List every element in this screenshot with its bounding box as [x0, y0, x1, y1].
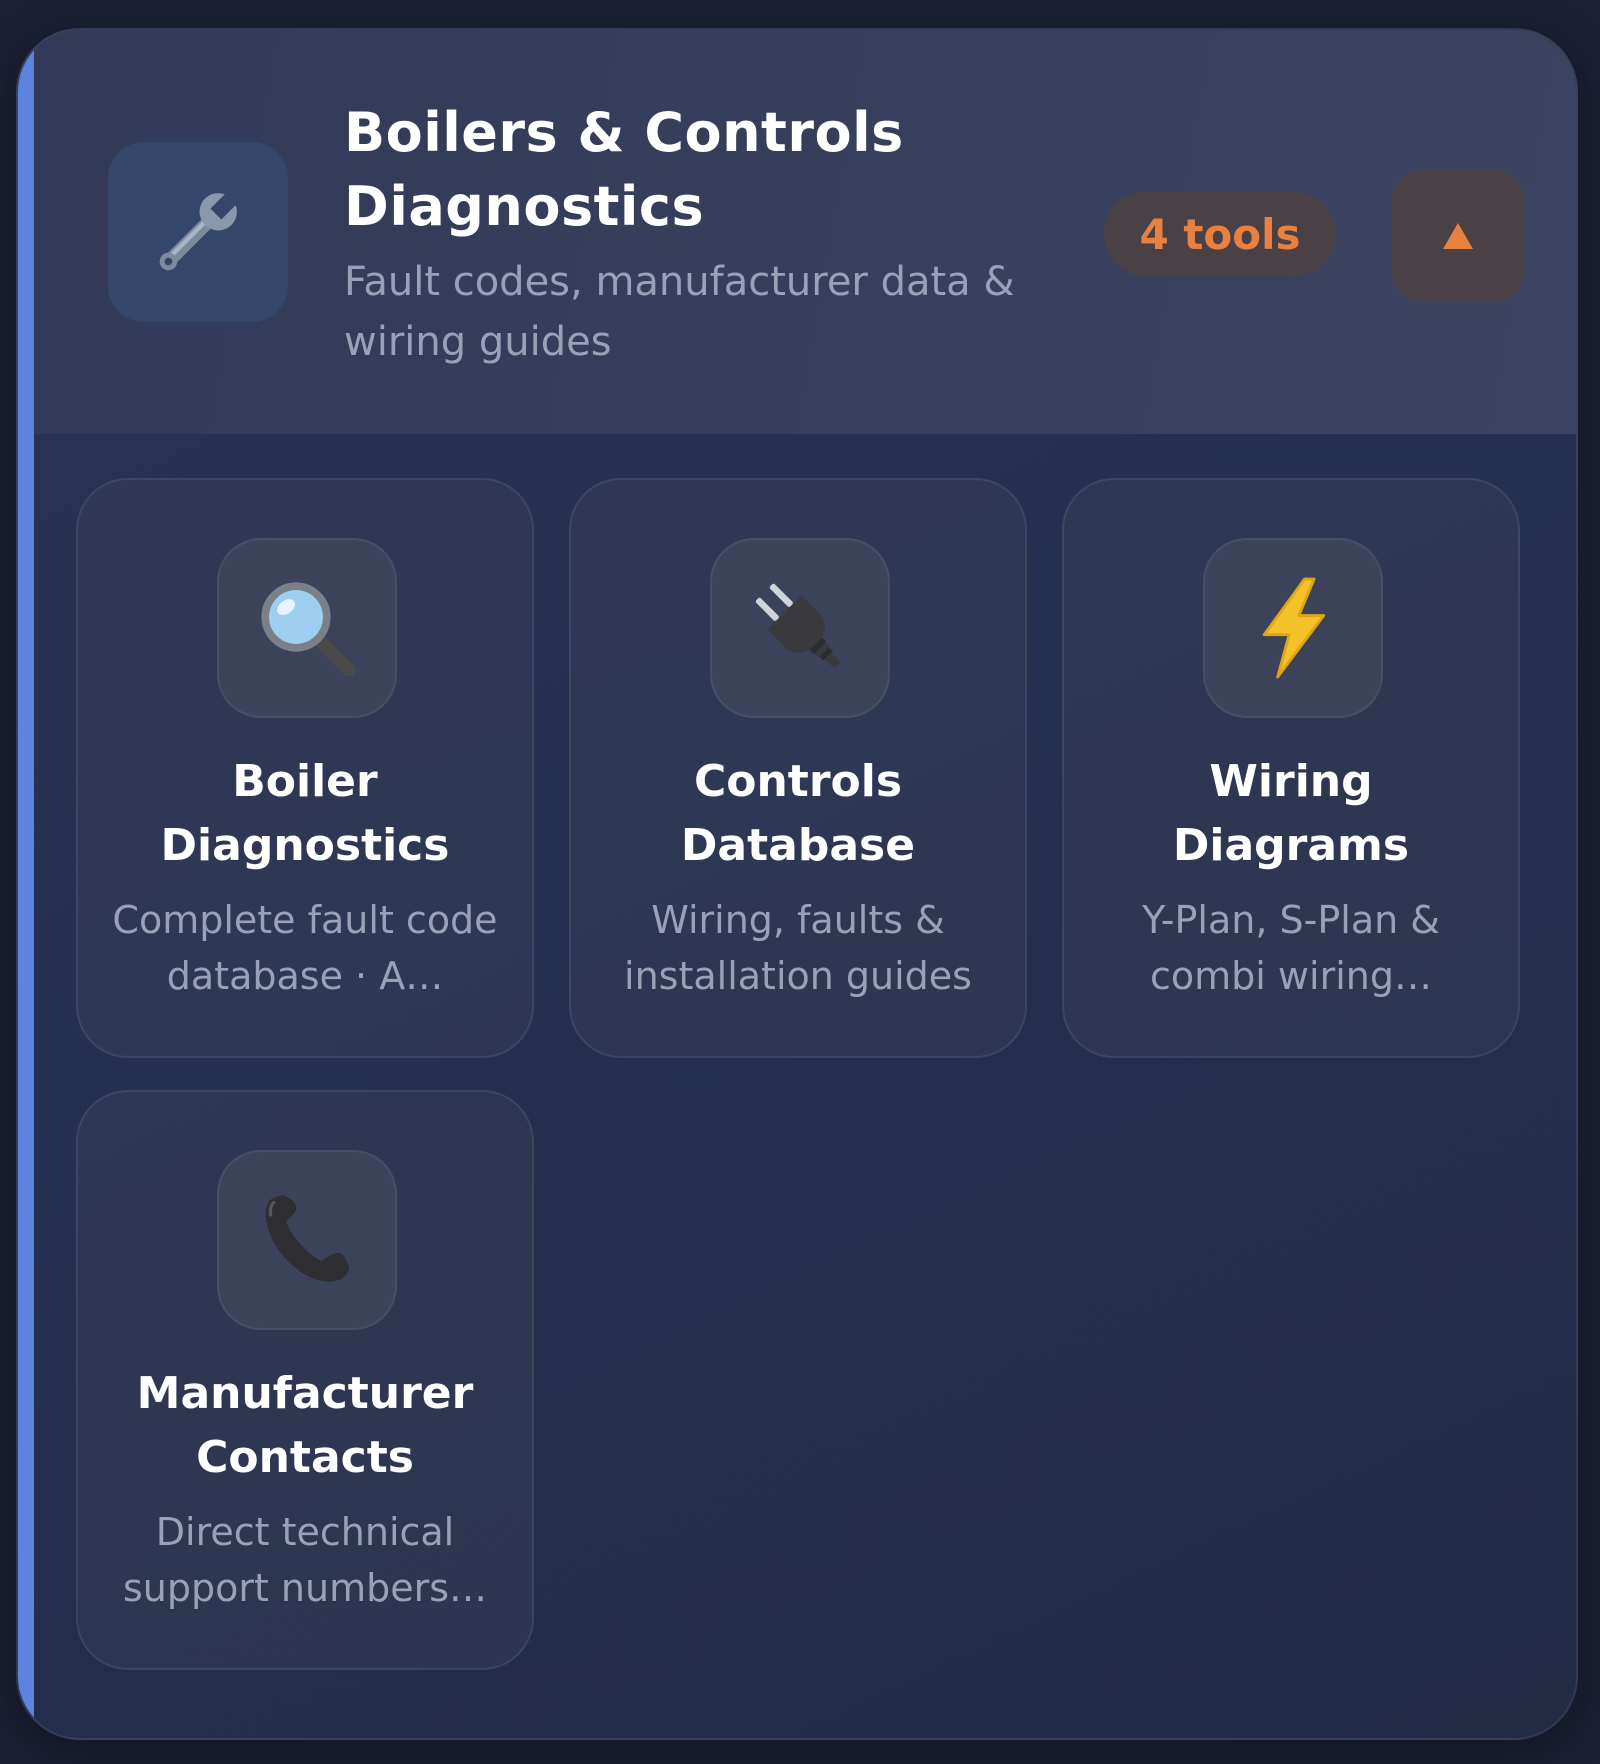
tool-title: Wiring Diagrams: [1172, 756, 1410, 871]
lightning-bolt-icon: [1262, 577, 1326, 679]
tool-card-controls-database[interactable]: Controls Database Wiring, faults & insta…: [569, 478, 1027, 1058]
tool-icon-box: [1203, 538, 1383, 718]
tool-description: Complete fault code database · A…: [112, 898, 498, 998]
wrench-icon: [159, 189, 241, 271]
collapse-arrow-up-icon: [1443, 223, 1473, 249]
tool-icon-box: [217, 538, 397, 718]
tool-card-wiring-diagrams[interactable]: Wiring Diagrams Y-Plan, S-Plan & combi w…: [1062, 478, 1520, 1058]
tool-icon-box: [710, 538, 890, 718]
tool-title: Controls Database: [680, 756, 916, 871]
tool-category-panel: Boilers & Controls Diagnostics Fault cod…: [16, 28, 1578, 1740]
tool-count-badge: 4 tools: [1104, 192, 1336, 276]
category-subtitle: Fault codes, manufacturer data & wiring …: [344, 259, 1015, 365]
category-header[interactable]: Boilers & Controls Diagnostics Fault cod…: [34, 30, 1576, 434]
magnifying-glass-icon: [261, 582, 356, 677]
tool-card-boiler-diagnostics[interactable]: Boiler Diagnostics Complete fault code d…: [76, 478, 534, 1058]
accent-bar: [18, 30, 34, 1738]
tool-title: Manufacturer Contacts: [136, 1368, 474, 1483]
tool-description: Wiring, faults & installation guides: [624, 898, 972, 998]
tool-description: Y-Plan, S-Plan & combi wiring…: [1142, 898, 1440, 998]
category-title: Boilers & Controls Diagnostics: [344, 101, 904, 238]
collapse-button[interactable]: [1392, 170, 1524, 302]
category-icon-box: [108, 142, 288, 322]
tool-description: Direct technical support numbers…: [122, 1510, 488, 1610]
tool-title: Boiler Diagnostics: [160, 756, 450, 871]
plug-icon: [755, 583, 841, 669]
tool-card-manufacturer-contacts[interactable]: Manufacturer Contacts Direct technical s…: [76, 1090, 534, 1670]
telephone-icon: [265, 1195, 349, 1282]
tool-icon-box: [217, 1150, 397, 1330]
